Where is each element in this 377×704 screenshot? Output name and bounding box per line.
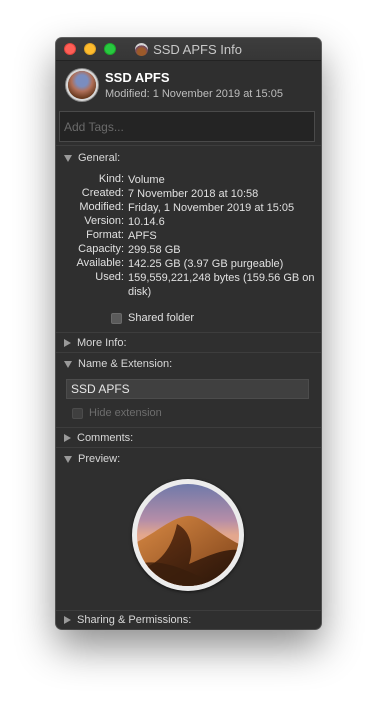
info-key: Capacity:	[78, 243, 124, 255]
section-more-info-toggle[interactable]: More Info:	[64, 337, 127, 349]
info-key: Modified:	[79, 201, 124, 213]
shared-folder-label: Shared folder	[128, 312, 195, 324]
window-title-text: SSD APFS Info	[153, 41, 242, 57]
section-name-extension-label: Name & Extension:	[78, 358, 173, 370]
info-value: APFS	[128, 230, 157, 242]
info-value: 7 November 2018 at 10:58	[128, 188, 259, 200]
disk-icon	[135, 42, 149, 56]
info-value: Friday, 1 November 2019 at 15:05	[128, 202, 295, 214]
section-name-extension-toggle[interactable]: Name & Extension:	[64, 358, 172, 370]
info-value: 299.58 GB	[128, 244, 181, 256]
info-key: Created:	[81, 187, 124, 199]
info-key: Version:	[84, 215, 124, 227]
divider	[56, 610, 321, 611]
section-general-toggle[interactable]: General:	[64, 152, 120, 164]
divider	[56, 352, 321, 353]
info-window: SSD APFS Info SSD APFS Modified: 1 Novem…	[56, 38, 321, 629]
info-key: Format:	[86, 229, 124, 241]
section-comments-label: Comments:	[77, 432, 134, 444]
shared-folder-checkbox[interactable]	[111, 312, 122, 324]
section-comments-toggle[interactable]: Comments:	[64, 432, 133, 444]
name-field[interactable]	[66, 379, 309, 399]
info-value: Volume	[128, 174, 165, 186]
section-preview-toggle[interactable]: Preview:	[64, 453, 120, 465]
info-key: Used:	[95, 271, 124, 283]
name-input[interactable]	[67, 380, 308, 398]
preview-image-frame	[132, 479, 244, 591]
disk-icon	[68, 71, 96, 99]
shared-folder-checkbox-row[interactable]: Shared folder	[111, 312, 194, 324]
info-header: SSD APFS Modified: 1 November 2019 at 15…	[56, 61, 321, 111]
title-bar[interactable]: SSD APFS Info	[56, 38, 321, 61]
divider	[56, 145, 321, 146]
modified-date: Modified: 1 November 2019 at 15:05	[105, 88, 283, 100]
hide-extension-label: Hide extension	[89, 407, 162, 419]
disclosure-triangle-icon[interactable]	[64, 339, 71, 347]
info-value: 159,559,221,248 bytes (159.56 GB on disk…	[128, 272, 315, 298]
mojave-preview-image	[137, 484, 239, 586]
disclosure-triangle-icon[interactable]	[64, 434, 71, 442]
disclosure-triangle-icon[interactable]	[64, 154, 72, 162]
divider	[56, 332, 321, 333]
info-value: 142.25 GB (3.97 GB purgeable)	[128, 258, 284, 270]
volume-name: SSD APFS	[105, 70, 170, 85]
hide-extension-checkbox[interactable]	[72, 407, 83, 419]
divider	[56, 447, 321, 448]
hide-extension-checkbox-row[interactable]: Hide extension	[72, 407, 162, 419]
section-more-info-label: More Info:	[77, 337, 127, 349]
info-value: 10.14.6	[128, 216, 165, 228]
disclosure-triangle-icon[interactable]	[64, 455, 72, 463]
section-sharing-label: Sharing & Permissions:	[77, 614, 192, 626]
window-title: SSD APFS Info	[56, 38, 321, 60]
info-key: Kind:	[98, 173, 124, 185]
section-general-label: General:	[78, 152, 121, 164]
info-key: Available:	[76, 257, 125, 269]
disclosure-triangle-icon[interactable]	[64, 360, 72, 368]
section-sharing-toggle[interactable]: Sharing & Permissions:	[64, 614, 191, 626]
tags-field[interactable]	[59, 111, 315, 142]
disclosure-triangle-icon[interactable]	[64, 616, 71, 624]
section-preview-label: Preview:	[78, 453, 121, 465]
tags-input[interactable]	[60, 112, 314, 141]
divider	[56, 427, 321, 428]
